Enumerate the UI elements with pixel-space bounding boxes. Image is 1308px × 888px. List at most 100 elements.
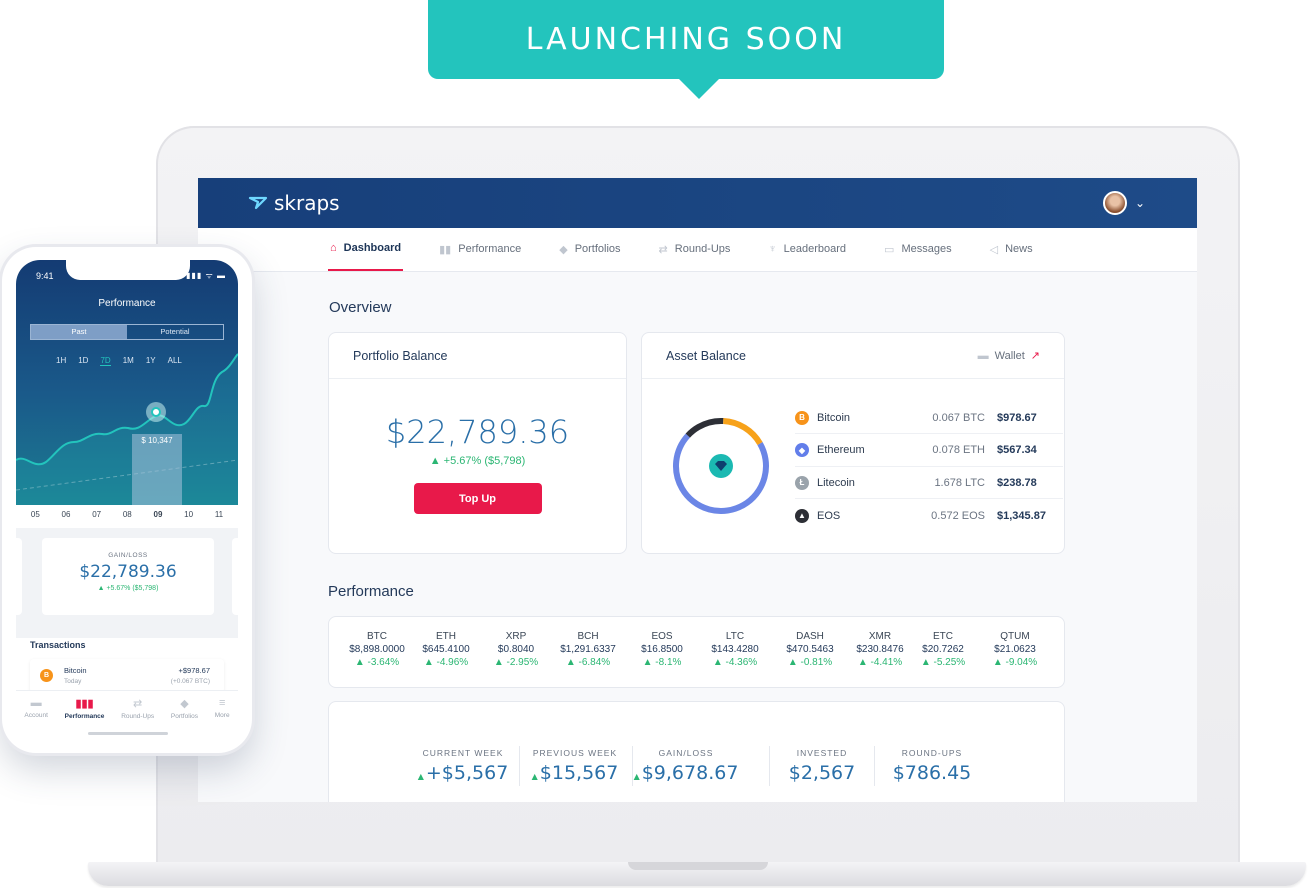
asset-quantity: 0.078 ETH — [932, 444, 985, 456]
segment-past[interactable]: Past — [31, 325, 127, 339]
ticker-qtum[interactable]: QTUM $21.0623 ▲ -9.04% — [982, 630, 1048, 669]
asset-name: Litecoin — [817, 476, 855, 489]
ticker-xrp[interactable]: XRP $0.8040 ▲ -2.95% — [483, 630, 549, 669]
divider — [769, 746, 770, 786]
asset-row-eos[interactable]: ▲ EOS 0.572 EOS $1,345.87 — [795, 500, 1063, 532]
bars-icon: ▮▮ — [439, 243, 452, 256]
asset-row-litecoin[interactable]: Ł Litecoin 1.678 LTC $238.78 — [795, 467, 1063, 499]
ticker-change: ▲ -4.36% — [712, 657, 758, 668]
divider — [632, 746, 633, 786]
phone-screen: $ 10,347 9:41 ▮▮▮ ᯤ ▬ Performance Past P… — [16, 260, 238, 740]
ticker-symbol: DASH — [796, 631, 824, 642]
ticker-btc[interactable]: BTC $8,898.0000 ▲ -3.64% — [344, 630, 410, 669]
megaphone-icon: ◁ — [989, 243, 999, 256]
phone-mockup: $ 10,347 9:41 ▮▮▮ ᯤ ▬ Performance Past P… — [2, 247, 252, 753]
ticker-change: ▲ -9.04% — [992, 657, 1038, 668]
ticker-dash[interactable]: DASH $470.5463 ▲ -0.81% — [777, 630, 843, 669]
wallet-icon: ▬ — [30, 697, 42, 709]
gain-carousel: GAIN/LOSS $22,789.36 ▲ +5.67% ($5,798) — [16, 528, 238, 638]
phone-tab-more[interactable]: ≡ More — [215, 697, 230, 740]
ticker-price: $1,291.6337 — [560, 644, 616, 655]
gain-change: ▲ +5.67% ($5,798) — [97, 585, 159, 592]
laptop-base — [88, 862, 1306, 886]
ticker-ltc[interactable]: LTC $143.4280 ▲ -4.36% — [702, 630, 768, 669]
asset-quantity: 1.678 LTC — [934, 476, 985, 489]
asset-name: Ethereum — [817, 444, 865, 456]
laptop-screen: skraps ⌄ ⌂ Dashboard ▮▮ Performance ◆ Portf… — [198, 178, 1197, 802]
phone-tab-label: Performance — [64, 713, 105, 720]
portfolio-amount: $22,789.36 — [385, 413, 570, 451]
ticker-bch[interactable]: BCH $1,291.6337 ▲ -6.84% — [555, 630, 621, 669]
up-arrow-icon: ▲ — [531, 772, 538, 781]
stat-value: $2,567 — [789, 762, 855, 784]
stat-label: GAIN/LOSS — [658, 748, 714, 758]
tab-portfolios[interactable]: ◆ Portfolios — [557, 227, 622, 271]
wallet-icon: ▬ — [977, 349, 989, 362]
asset-balance-title: Asset Balance — [666, 348, 746, 363]
range-1d[interactable]: 1D — [78, 356, 88, 366]
next-card[interactable] — [232, 538, 238, 615]
asset-row-bitcoin[interactable]: B Bitcoin 0.067 BTC $978.67 — [795, 402, 1063, 434]
litecoin-icon: Ł — [795, 475, 809, 490]
ticker-symbol: ETC — [933, 631, 953, 642]
ticker-eos[interactable]: EOS $16.8500 ▲ -8.1% — [629, 630, 695, 669]
ticker-etc[interactable]: ETC $20.7262 ▲ -5.25% — [910, 630, 976, 669]
tab-leaderboard[interactable]: ♆ Leaderboard — [766, 227, 848, 271]
gain-label: GAIN/LOSS — [108, 552, 148, 559]
tx-name: Bitcoin — [64, 666, 87, 675]
status-icons: ▮▮▮ ᯤ ▬ — [186, 271, 226, 280]
stat-value-text: +$5,567 — [425, 762, 509, 784]
range-1y[interactable]: 1Y — [146, 356, 156, 366]
ticker-change: ▲ -4.41% — [857, 657, 903, 668]
tab-label: Round-Ups — [674, 243, 731, 255]
ticker-eth[interactable]: ETH $645.4100 ▲ -4.96% — [413, 630, 479, 669]
home-icon: ⌂ — [330, 242, 337, 254]
app-logo[interactable]: skraps — [248, 191, 340, 215]
tab-label: Leaderboard — [783, 243, 847, 255]
main-nav: ⌂ Dashboard ▮▮ Performance ◆ Portfolios ⇄ Ro… — [198, 228, 1197, 272]
segment-potential[interactable]: Potential — [127, 325, 223, 339]
stat-current-week: CURRENT WEEK ▲ +$5,567 — [403, 748, 523, 784]
phone-tab-portfolios[interactable]: ◆ Portfolios — [171, 697, 198, 740]
tab-messages[interactable]: ▭ Messages — [882, 227, 954, 271]
asset-list: B Bitcoin 0.067 BTC $978.67 ◆ Ethereum 0.078 E… — [642, 402, 1066, 534]
ticker-xmr[interactable]: XMR $230.8476 ▲ -4.41% — [847, 630, 913, 669]
wallet-label: Wallet — [994, 349, 1025, 362]
asset-row-ethereum[interactable]: ◆ Ethereum 0.078 ETH $567.34 — [795, 435, 1063, 467]
up-arrow-icon: ▲ — [633, 772, 640, 781]
phone-tab-label: Portfolios — [170, 713, 198, 720]
status-time: 9:41 — [36, 271, 54, 281]
ticker-price: $230.8476 — [856, 644, 904, 655]
tab-news[interactable]: ◁ News — [988, 227, 1035, 271]
stat-label: CURRENT WEEK — [422, 748, 504, 758]
prev-card[interactable] — [16, 538, 22, 615]
range-7d[interactable]: 7D — [100, 356, 111, 366]
tab-round-ups[interactable]: ⇄ Round-Ups — [657, 227, 733, 271]
tab-performance[interactable]: ▮▮ Performance — [437, 227, 523, 271]
range-1m[interactable]: 1M — [123, 356, 134, 366]
range-1h[interactable]: 1H — [56, 356, 66, 366]
ticker-symbol: LTC — [725, 631, 745, 642]
ticker-symbol: EOS — [651, 631, 673, 642]
transaction-row[interactable]: B Bitcoin Today +$978.67 (+0.067 BTC) — [30, 659, 224, 693]
ticker-change: ▲ -2.95% — [493, 657, 539, 668]
stat-invested: INVESTED $2,567 — [762, 748, 882, 784]
phone-tab-account[interactable]: ▬ Account — [24, 697, 48, 740]
ticker-symbol: BTC — [367, 631, 387, 642]
bitcoin-icon: B — [40, 669, 53, 682]
range-all[interactable]: ALL — [168, 356, 182, 366]
day-label: 06 — [61, 510, 71, 519]
performance-title: Performance — [328, 583, 414, 600]
top-up-button[interactable]: Top Up — [413, 483, 542, 514]
ticker-change: ▲ -6.84% — [565, 657, 611, 668]
asset-usd-value: $1,345.87 — [997, 509, 1046, 522]
launch-banner: LAUNCHING SOON — [428, 0, 944, 99]
top-bar: skraps ⌄ — [198, 178, 1197, 228]
wallet-link[interactable]: ▬ Wallet ↗ — [977, 349, 1040, 363]
tab-dashboard[interactable]: ⌂ Dashboard — [328, 227, 404, 271]
portfolio-change: ▲ +5.67% ($5,798) — [429, 455, 526, 467]
asset-quantity: 0.572 EOS — [931, 509, 985, 522]
ticker-symbol: XMR — [868, 631, 892, 642]
stat-value: ▲ $9,678.67 — [634, 762, 739, 784]
user-menu[interactable]: ⌄ — [1102, 191, 1145, 215]
